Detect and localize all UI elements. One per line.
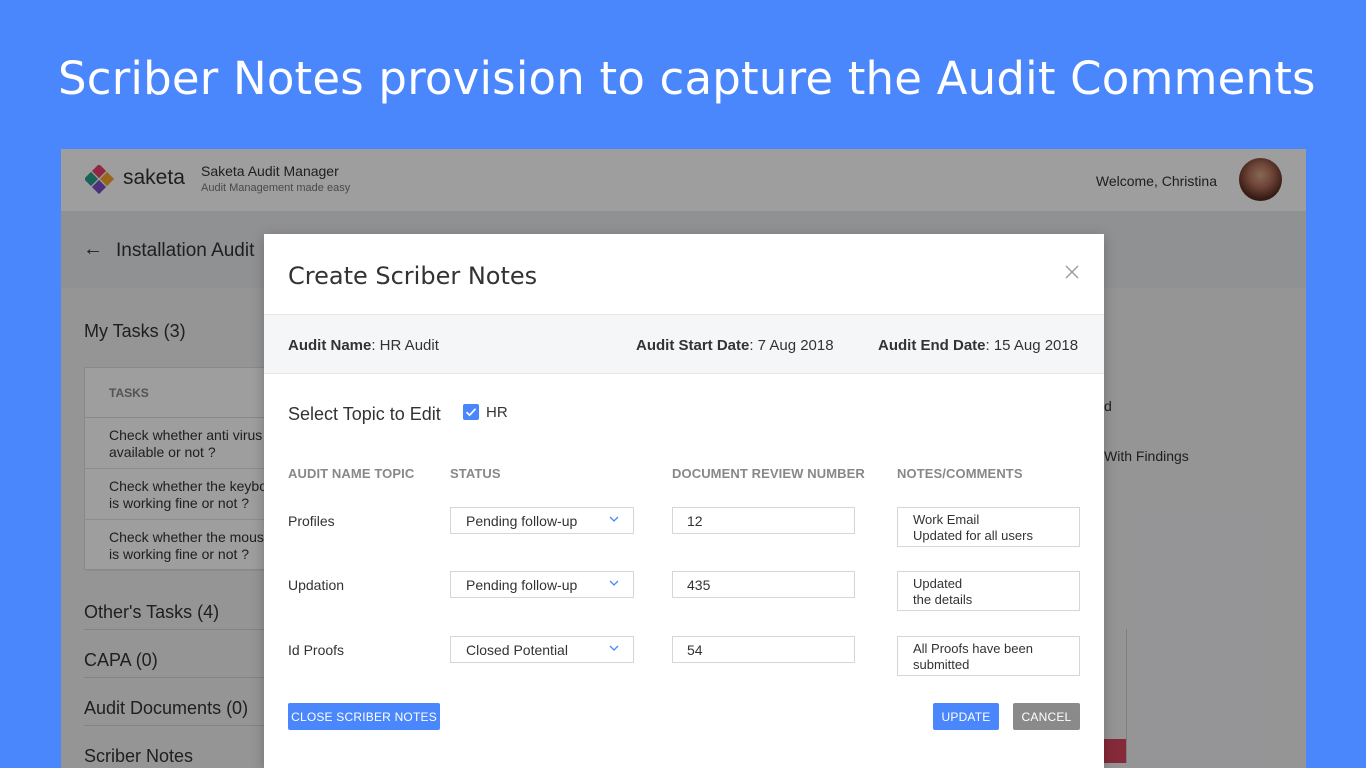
audit-end-info: Audit End Date: 15 Aug 2018 [878, 337, 1078, 354]
chevron-down-icon [609, 645, 619, 651]
review-number-input[interactable]: 12 [672, 507, 855, 534]
audit-start-info: Audit Start Date: 7 Aug 2018 [636, 337, 834, 354]
audit-info-bar: Audit Name: HR Audit Audit Start Date: 7… [264, 314, 1104, 374]
audit-start-label: Audit Start Date [636, 337, 750, 354]
column-header-notes: NOTES/COMMENTS [897, 466, 1023, 481]
review-number-input[interactable]: 435 [672, 571, 855, 598]
audit-name-info: Audit Name: HR Audit [288, 337, 439, 354]
hr-checkbox-label[interactable]: HR [486, 404, 508, 421]
update-button[interactable]: UPDATE [933, 703, 999, 730]
select-topic-label: Select Topic to Edit [288, 404, 441, 424]
modal-title: Create Scriber Notes [288, 262, 538, 290]
status-value: Pending follow-up [466, 577, 578, 593]
check-icon [465, 408, 477, 417]
column-header-topic: AUDIT NAME TOPIC [288, 466, 415, 481]
row-topic: Id Proofs [288, 642, 345, 658]
audit-name-value: : HR Audit [371, 337, 439, 354]
status-dropdown[interactable]: Closed Potential [450, 636, 634, 663]
column-header-status: STATUS [450, 466, 501, 481]
row-topic: Profiles [288, 513, 335, 529]
status-dropdown[interactable]: Pending follow-up [450, 507, 634, 534]
close-icon[interactable] [1064, 264, 1080, 280]
audit-end-value: : 15 Aug 2018 [985, 337, 1079, 354]
create-scriber-notes-modal: Create Scriber Notes Audit Name: HR Audi… [264, 234, 1104, 768]
audit-start-value: : 7 Aug 2018 [749, 337, 834, 354]
column-header-review-number: DOCUMENT REVIEW NUMBER [672, 466, 865, 481]
status-dropdown[interactable]: Pending follow-up [450, 571, 634, 598]
slide-title: Scriber Notes provision to capture the A… [58, 52, 1316, 105]
chevron-down-icon [609, 580, 619, 586]
review-number-input[interactable]: 54 [672, 636, 855, 663]
audit-name-label: Audit Name [288, 337, 372, 354]
chevron-down-icon [609, 516, 619, 522]
notes-textarea[interactable]: Updated the details [897, 571, 1080, 611]
status-value: Closed Potential [466, 642, 568, 658]
notes-textarea[interactable]: All Proofs have been submitted [897, 636, 1080, 676]
hr-checkbox[interactable] [463, 404, 479, 420]
cancel-button[interactable]: CANCEL [1013, 703, 1080, 730]
notes-textarea[interactable]: Work Email Updated for all users [897, 507, 1080, 547]
audit-end-label: Audit End Date [878, 337, 986, 354]
close-scriber-notes-button[interactable]: CLOSE SCRIBER NOTES [288, 703, 440, 730]
status-value: Pending follow-up [466, 513, 578, 529]
row-topic: Updation [288, 577, 345, 593]
